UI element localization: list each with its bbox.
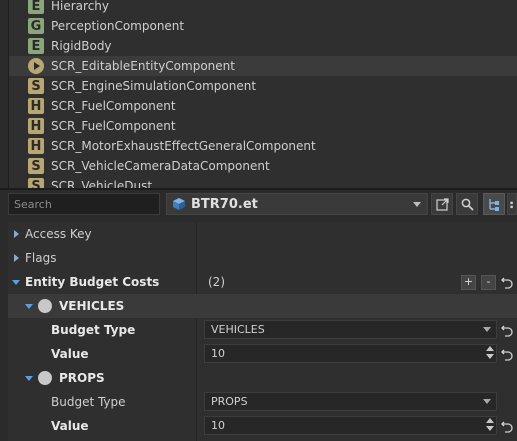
property-label: Value bbox=[51, 347, 89, 361]
property-label: Value bbox=[51, 419, 89, 433]
component-item[interactable]: H SCR_MotorExhaustEffectGeneralComponent bbox=[9, 136, 517, 156]
chevron-down-icon[interactable] bbox=[25, 376, 33, 381]
component-label: PerceptionComponent bbox=[51, 19, 185, 33]
component-type-s-icon: S bbox=[28, 158, 44, 174]
component-item[interactable]: E RigidBody bbox=[9, 36, 517, 56]
play-badge-icon bbox=[28, 58, 44, 74]
chevron-right-icon[interactable] bbox=[14, 254, 19, 262]
property-row-value: Value 10 bbox=[8, 342, 517, 366]
component-item[interactable]: SCR_EditableEntityComponent bbox=[9, 56, 517, 76]
reset-icon[interactable] bbox=[500, 419, 514, 433]
component-type-h-icon: H bbox=[28, 118, 44, 134]
spinner[interactable] bbox=[485, 418, 495, 433]
property-row-budget-type: Budget Type PROPS bbox=[8, 390, 517, 414]
reset-icon[interactable] bbox=[500, 347, 514, 361]
property-label: Entity Budget Costs bbox=[25, 275, 160, 289]
component-item[interactable]: E Hierarchy bbox=[9, 0, 517, 16]
component-type-e-icon: E bbox=[28, 38, 44, 54]
property-row-budget-type: Budget Type VEHICLES bbox=[8, 318, 517, 342]
component-label: SCR_VehicleDust bbox=[51, 179, 153, 188]
component-item[interactable]: S SCR_EngineSimulationComponent bbox=[9, 76, 517, 96]
hierarchy-icon bbox=[488, 198, 499, 211]
select-value: PROPS bbox=[211, 395, 248, 408]
file-select[interactable]: BTR70.et bbox=[166, 193, 428, 215]
component-type-h-icon: H bbox=[28, 98, 44, 114]
component-item[interactable]: S SCR_VehicleDust bbox=[9, 176, 517, 188]
component-type-g-icon: G bbox=[28, 18, 44, 34]
cube-icon bbox=[173, 198, 185, 210]
component-type-s-icon: S bbox=[28, 178, 44, 188]
component-list[interactable]: E Hierarchy G PerceptionComponent E RigidBody… bbox=[8, 0, 517, 188]
component-item[interactable]: S SCR_VehicleCameraDataComponent bbox=[9, 156, 517, 176]
array-count: (2) bbox=[208, 275, 225, 289]
remove-element-button[interactable]: - bbox=[481, 275, 496, 290]
property-row-access-key[interactable]: Access Key bbox=[8, 222, 517, 246]
property-label: Flags bbox=[25, 251, 57, 265]
array-item-label: VEHICLES bbox=[59, 299, 125, 313]
property-label: Budget Type bbox=[51, 395, 126, 409]
component-label: SCR_EngineSimulationComponent bbox=[51, 79, 257, 93]
value-input[interactable]: 10 bbox=[204, 344, 497, 363]
search-button[interactable] bbox=[456, 193, 478, 215]
search-icon bbox=[461, 198, 474, 211]
search-input[interactable] bbox=[8, 193, 160, 215]
component-label: SCR_MotorExhaustEffectGeneralComponent bbox=[51, 139, 316, 153]
reset-icon[interactable] bbox=[500, 323, 514, 337]
component-label: SCR_VehicleCameraDataComponent bbox=[51, 159, 270, 173]
item-dot-icon bbox=[38, 371, 52, 385]
budget-type-select[interactable]: VEHICLES bbox=[204, 320, 497, 339]
property-row-entity-budget-costs[interactable]: Entity Budget Costs (2) + - bbox=[8, 270, 517, 294]
array-item-label: PROPS bbox=[59, 371, 105, 385]
property-label: Access Key bbox=[25, 227, 92, 241]
component-type-h-icon: H bbox=[28, 138, 44, 154]
component-type-e-icon: E bbox=[28, 0, 44, 14]
chevron-down-icon bbox=[413, 202, 421, 207]
array-item-props[interactable]: PROPS bbox=[8, 366, 517, 390]
more-button[interactable] bbox=[507, 193, 517, 215]
property-grid: Access Key Flags Entity Budget Costs (2)… bbox=[8, 222, 517, 441]
add-element-button[interactable]: + bbox=[461, 275, 476, 290]
chevron-right-icon[interactable] bbox=[14, 230, 19, 238]
component-label: SCR_FuelComponent bbox=[51, 99, 176, 113]
file-name: BTR70.et bbox=[191, 196, 258, 212]
chevron-down-icon[interactable] bbox=[12, 280, 20, 285]
toolbar: BTR70.et bbox=[0, 190, 517, 218]
input-value: 10 bbox=[211, 419, 225, 432]
property-row-flags[interactable]: Flags bbox=[8, 246, 517, 270]
property-label: Budget Type bbox=[51, 323, 136, 337]
open-external-button[interactable] bbox=[431, 193, 453, 215]
value-input[interactable]: 10 bbox=[204, 416, 497, 435]
open-external-icon bbox=[435, 197, 449, 211]
chevron-down-icon bbox=[483, 327, 491, 332]
component-label: SCR_FuelComponent bbox=[51, 119, 176, 133]
chevron-down-icon[interactable] bbox=[25, 304, 33, 309]
item-dot-icon bbox=[38, 299, 52, 313]
component-label: RigidBody bbox=[51, 39, 112, 53]
component-type-s-icon: S bbox=[28, 78, 44, 94]
chevron-down-icon bbox=[483, 399, 491, 404]
component-label: Hierarchy bbox=[51, 0, 110, 13]
grid-icon bbox=[510, 201, 513, 208]
select-value: VEHICLES bbox=[211, 323, 265, 336]
budget-type-select[interactable]: PROPS bbox=[204, 392, 497, 411]
array-item-vehicles[interactable]: VEHICLES bbox=[8, 294, 517, 318]
property-row-value: Value 10 bbox=[8, 414, 517, 438]
component-item[interactable]: H SCR_FuelComponent bbox=[9, 116, 517, 136]
reset-icon[interactable] bbox=[500, 275, 514, 289]
component-item[interactable]: G PerceptionComponent bbox=[9, 16, 517, 36]
hierarchy-view-button[interactable] bbox=[483, 193, 505, 215]
spinner[interactable] bbox=[485, 346, 495, 361]
input-value: 10 bbox=[211, 347, 225, 360]
component-label: SCR_EditableEntityComponent bbox=[51, 59, 235, 73]
component-item[interactable]: H SCR_FuelComponent bbox=[9, 96, 517, 116]
